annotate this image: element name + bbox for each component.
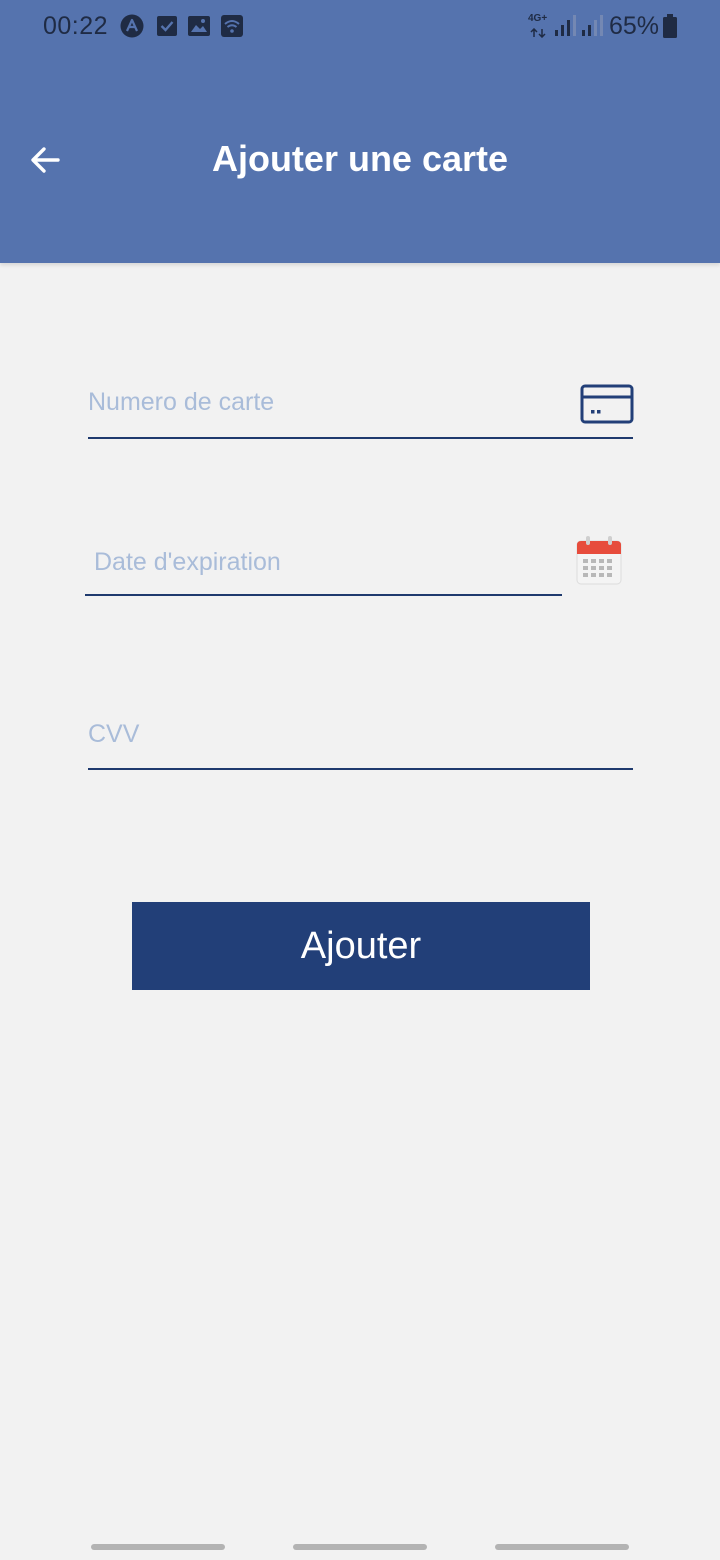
nav-recents-handle[interactable] <box>91 1544 225 1550</box>
credit-card-icon <box>580 384 634 424</box>
status-time: 00:22 <box>43 12 109 40</box>
wifi-icon <box>221 15 243 37</box>
checkbox-icon <box>157 16 177 36</box>
nav-home-handle[interactable] <box>293 1544 427 1550</box>
battery-icon <box>663 14 677 38</box>
battery-percent: 65% <box>609 12 660 40</box>
card-number-input[interactable] <box>88 368 568 437</box>
calendar-icon[interactable] <box>576 535 622 585</box>
app-a-icon <box>120 14 144 38</box>
expiry-date-input[interactable] <box>85 530 562 594</box>
add-card-button[interactable]: Ajouter <box>132 902 590 990</box>
cvv-field <box>88 700 633 770</box>
app-header: 00:22 4G+ 65% Ajouter une carte <box>0 0 720 263</box>
cvv-input[interactable] <box>88 700 633 768</box>
expiry-date-field <box>85 530 562 596</box>
data-arrows-icon <box>530 28 546 38</box>
system-nav-bar <box>0 1520 720 1560</box>
signal-icon <box>555 15 576 36</box>
gallery-icon <box>188 16 210 36</box>
status-bar: 00:22 4G+ 65% <box>0 0 720 54</box>
signal-icon <box>582 15 603 36</box>
page-title: Ajouter une carte <box>211 138 509 179</box>
card-number-field <box>88 368 633 439</box>
nav-back-handle[interactable] <box>495 1544 629 1550</box>
network-type: 4G+ <box>528 13 548 24</box>
